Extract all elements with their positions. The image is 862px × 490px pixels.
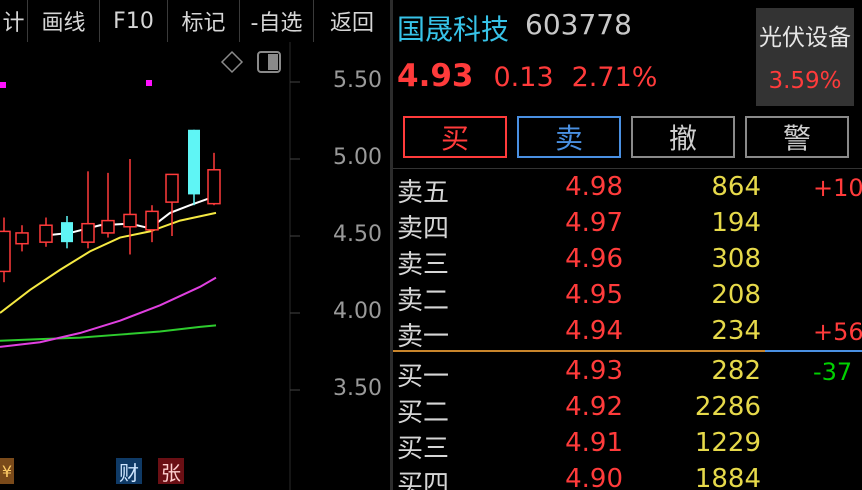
ask-volume: 864	[711, 172, 761, 202]
price-line: 4.93 0.13 2.71%	[397, 58, 657, 94]
ask-price: 4.96	[565, 244, 623, 274]
ask-volume: 308	[711, 244, 761, 274]
chart-toolbar: 计 画线 F10 标记 -自选 返回	[0, 0, 390, 42]
candle-body[interactable]	[101, 219, 115, 234]
ask-volume: 234	[711, 316, 761, 346]
bid-price: 4.90	[565, 464, 623, 490]
candle-body[interactable]	[123, 213, 137, 228]
price-axis-label: 5.00	[333, 145, 382, 170]
bid-volume: 282	[711, 356, 761, 386]
cancel-order-button[interactable]: 撤	[631, 116, 735, 158]
ask-row-3[interactable]: 卖三 4.96 308	[393, 244, 862, 280]
ask-row-1[interactable]: 卖一 4.94 234 +56	[393, 316, 862, 352]
diamond-icon[interactable]	[220, 50, 244, 74]
bid-volume-change: -37	[813, 358, 853, 386]
price-axis-label: 5.50	[333, 68, 382, 93]
ask-label: 卖四	[397, 214, 450, 244]
candle-body[interactable]	[81, 222, 95, 243]
bid-volume: 1884	[694, 464, 761, 490]
ask-row-5[interactable]: 卖五 4.98 864 +10	[393, 172, 862, 208]
signal-marker	[0, 82, 6, 88]
price-axis-label: 4.00	[333, 299, 382, 324]
alert-button[interactable]: 警	[745, 116, 849, 158]
bid-label: 买一	[397, 362, 450, 392]
last-price: 4.93	[397, 58, 474, 94]
ask-volume-change: +10	[813, 174, 862, 202]
candle-body[interactable]	[39, 224, 53, 243]
bid-ask-divider	[393, 350, 765, 352]
bid-price: 4.91	[565, 428, 623, 458]
bid-ask-divider-accent	[765, 350, 862, 352]
ask-label: 卖二	[397, 286, 450, 316]
candle-body[interactable]	[165, 173, 179, 203]
sector-box[interactable]: 光伏设备 3.59%	[756, 8, 854, 106]
ma-line-green	[0, 324, 217, 342]
ask-price: 4.94	[565, 316, 623, 346]
ask-price: 4.95	[565, 280, 623, 310]
ask-price: 4.98	[565, 172, 623, 202]
bid-label: 买三	[397, 434, 450, 464]
toolbar-button-drawline[interactable]: 画线	[28, 0, 100, 42]
ask-row-4[interactable]: 卖四 4.97 194	[393, 208, 862, 244]
ask-price: 4.97	[565, 208, 623, 238]
price-axis-ticks	[290, 81, 300, 391]
ask-row-2[interactable]: 卖二 4.95 208	[393, 280, 862, 316]
bid-volume: 1229	[694, 428, 761, 458]
bid-volume: 2286	[694, 392, 761, 422]
toolbar-button-f10[interactable]: F10	[100, 0, 168, 42]
ask-volume: 208	[711, 280, 761, 310]
order-book-top-divider	[393, 168, 862, 169]
ask-label: 卖五	[397, 178, 450, 208]
bid-row-1[interactable]: 买一 4.93 282 -37	[393, 356, 862, 392]
kline-chart-panel: 计 画线 F10 标记 -自选 返回 5.50 5.00 4.50 4.00 3…	[0, 0, 390, 490]
sell-button[interactable]: 卖	[517, 116, 621, 158]
ask-volume: 194	[711, 208, 761, 238]
candle-body[interactable]	[61, 222, 73, 243]
sector-name: 光伏设备	[759, 25, 851, 51]
stock-name: 国晟科技	[397, 13, 510, 46]
limit-up-badge[interactable]: 张	[158, 458, 184, 485]
event-badge[interactable]: ¥	[0, 458, 14, 484]
finance-badge[interactable]: 财	[116, 458, 142, 485]
bid-row-2[interactable]: 买二 4.92 2286	[393, 392, 862, 428]
bid-label: 买四	[397, 470, 450, 490]
price-axis-label: 4.50	[333, 222, 382, 247]
bid-price: 4.93	[565, 356, 623, 386]
candle-body[interactable]	[0, 230, 11, 273]
buy-button[interactable]: 买	[403, 116, 507, 158]
stock-code: 603778	[525, 8, 632, 41]
ask-label: 卖一	[397, 322, 450, 352]
quote-panel: 国晟科技 603778 4.93 0.13 2.71% 光伏设备 3.59% 买…	[393, 0, 862, 490]
price-axis-label: 3.50	[333, 376, 382, 401]
price-change: 0.13	[493, 62, 554, 93]
sector-change: 3.59%	[768, 68, 842, 94]
price-change-percent: 2.71%	[571, 62, 658, 93]
panel-toggle-icon[interactable]	[257, 51, 281, 73]
signal-marker	[146, 80, 152, 86]
candle-body[interactable]	[207, 169, 221, 205]
toolbar-button-0[interactable]: 计	[0, 0, 28, 42]
bid-price: 4.92	[565, 392, 623, 422]
bid-label: 买二	[397, 398, 450, 428]
candle-body[interactable]	[188, 129, 200, 195]
candlestick-chart[interactable]	[0, 42, 390, 490]
candle-body[interactable]	[145, 210, 159, 231]
bid-row-4[interactable]: 买四 4.90 1884	[393, 464, 862, 490]
candle-body[interactable]	[15, 232, 29, 245]
ask-label: 卖三	[397, 250, 450, 280]
toolbar-button-remove-watchlist[interactable]: -自选	[240, 0, 314, 42]
bid-row-3[interactable]: 买三 4.91 1229	[393, 428, 862, 464]
toolbar-button-mark[interactable]: 标记	[168, 0, 240, 42]
ask-volume-change: +56	[813, 318, 862, 346]
toolbar-button-back[interactable]: 返回	[314, 0, 390, 42]
